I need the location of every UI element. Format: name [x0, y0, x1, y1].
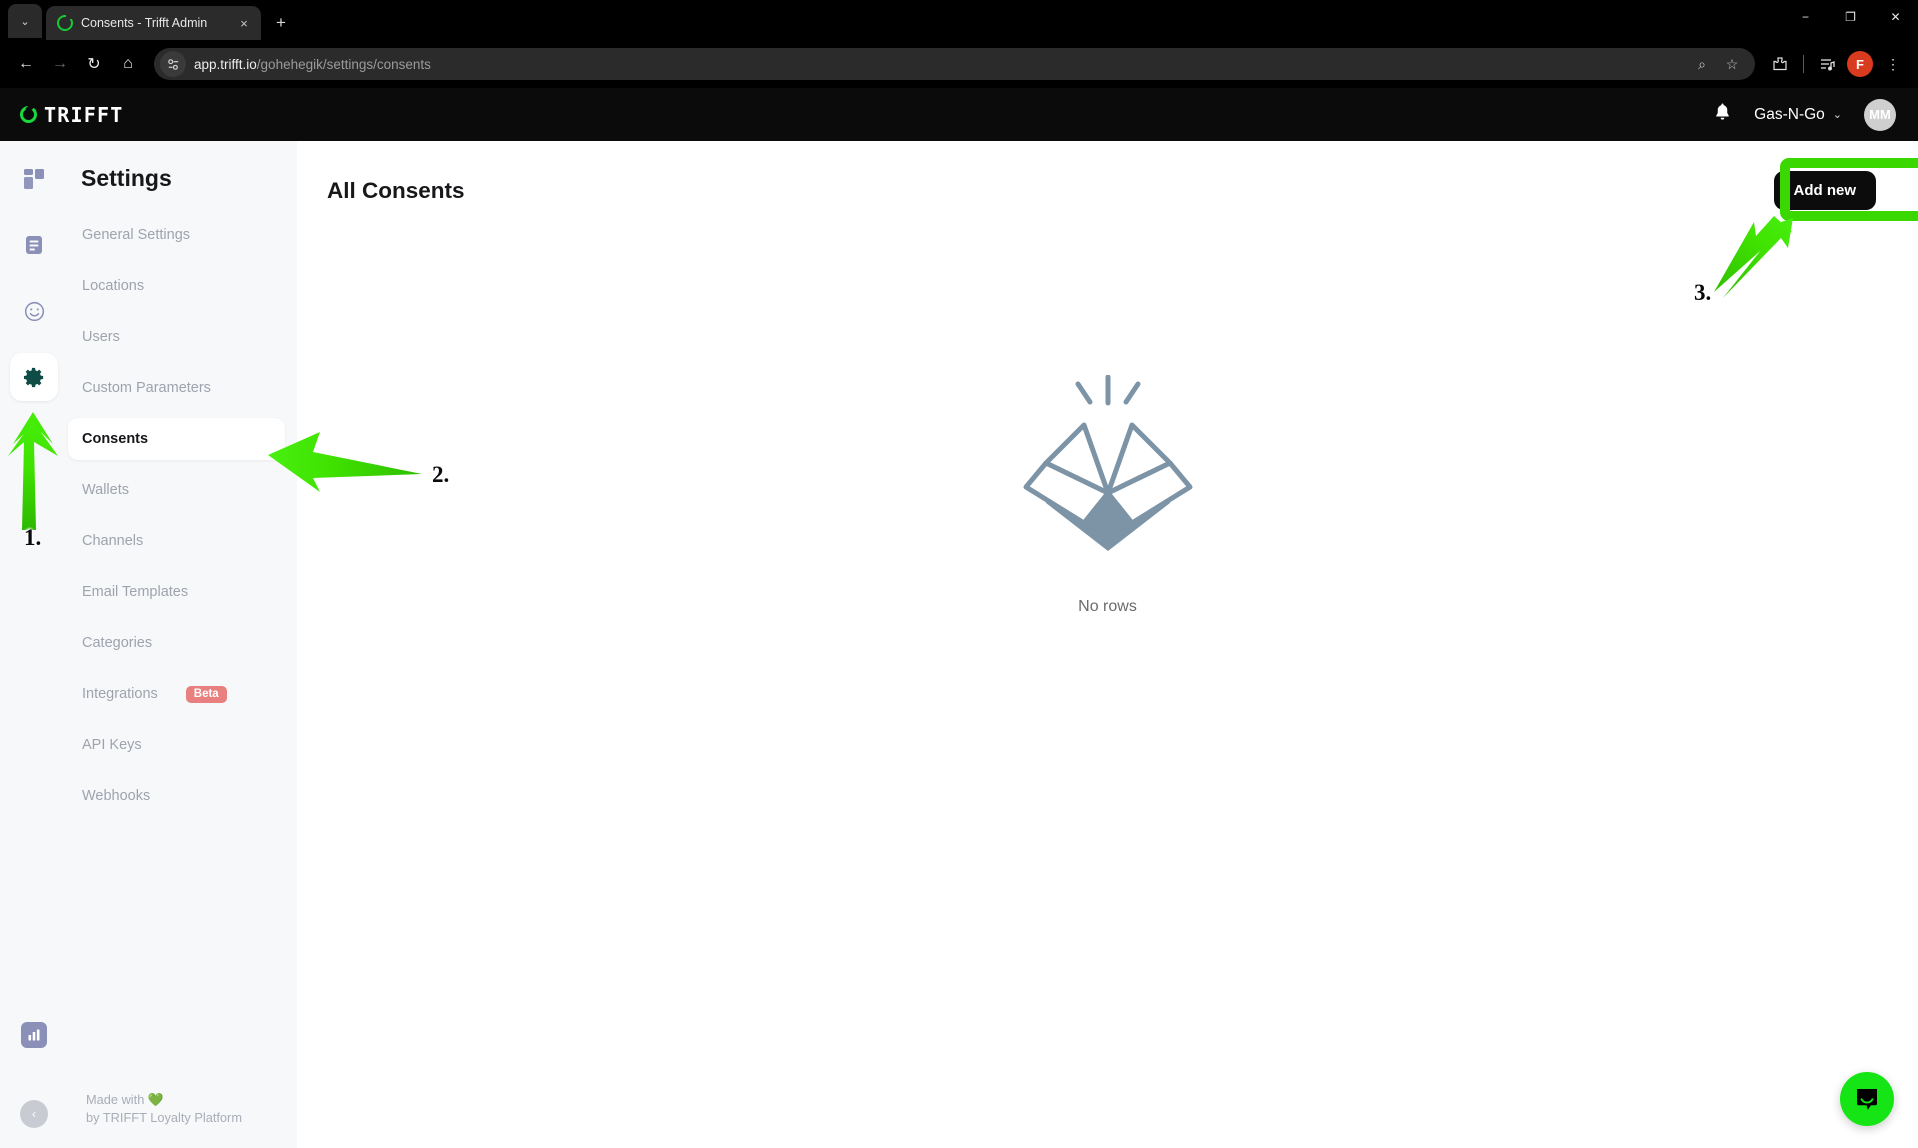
page-body: ‹ Settings General Settings Locations Us…	[0, 141, 1918, 1148]
org-switcher[interactable]: Gas-N-Go ⌄	[1754, 106, 1842, 124]
tab-strip: ⌄ Consents - Trifft Admin × + − ❐ ✕	[0, 0, 1918, 40]
made-with-line: Made with 💚	[86, 1092, 164, 1108]
sidebar-item-categories[interactable]: Categories	[68, 622, 285, 664]
bell-icon[interactable]	[1713, 102, 1732, 128]
logo-text: TRIFFT	[44, 102, 124, 127]
chat-bubble-icon	[1857, 1089, 1877, 1110]
browser-actions: F ⋮	[1765, 49, 1908, 79]
sidebar-item-label: Locations	[82, 278, 145, 294]
sidebar-item-email-templates[interactable]: Email Templates	[68, 571, 285, 613]
sidebar-item-label: Email Templates	[82, 584, 189, 600]
sidebar-footer: Made with 💚 by TRIFFT Loyalty Platform	[68, 1091, 297, 1148]
reading-list-icon[interactable]	[1812, 49, 1842, 79]
org-name: Gas-N-Go	[1754, 105, 1825, 123]
chevron-down-icon: ⌄	[20, 15, 30, 28]
profile-initial: F	[1847, 51, 1873, 77]
close-icon[interactable]: ×	[235, 14, 253, 32]
app-header-actions: Gas-N-Go ⌄ MM	[1713, 98, 1896, 131]
sidebar-item-label: Consents	[82, 431, 149, 447]
browser-window: ⌄ Consents - Trifft Admin × + − ❐ ✕ ← → …	[0, 0, 1918, 1148]
tab-search-button[interactable]: ⌄	[8, 4, 42, 38]
sidebar-item-label: Integrations	[82, 686, 158, 702]
sidebar-item-api-keys[interactable]: API Keys	[68, 724, 285, 766]
new-tab-button[interactable]: +	[267, 9, 295, 37]
settings-nav: Settings General Settings Locations User…	[68, 141, 297, 1148]
sidebar-collapse-button[interactable]: ‹	[20, 1100, 48, 1128]
chart-icon[interactable]	[21, 1022, 47, 1048]
rail-footer: ‹	[20, 1022, 48, 1148]
omnibox-toolbar: ← → ↻ ⌂ app.trifft.io/gohehegik/settings…	[0, 40, 1918, 88]
trifft-logo[interactable]: TRIFFT	[20, 103, 123, 127]
back-icon[interactable]: ←	[10, 48, 42, 80]
home-icon[interactable]: ⌂	[112, 48, 144, 80]
sidebar-item-wallets[interactable]: Wallets	[68, 469, 285, 511]
main-content: All Consents Add new No rows	[297, 141, 1918, 1148]
bookmark-star-icon[interactable]: ☆	[1719, 51, 1745, 77]
add-new-button[interactable]: Add new	[1773, 171, 1876, 210]
sidebar-title: Settings	[81, 165, 172, 191]
reload-icon[interactable]: ↻	[78, 48, 110, 80]
sidebar-item-label: Channels	[82, 533, 144, 549]
sidebar-item-custom-parameters[interactable]: Custom Parameters	[68, 367, 285, 409]
trifft-favicon-icon	[57, 15, 73, 31]
sidebar-item-label: Users	[82, 329, 120, 345]
extensions-puzzle-icon[interactable]	[1765, 49, 1795, 79]
content-icon[interactable]	[10, 221, 58, 269]
user-avatar[interactable]: MM	[1864, 98, 1896, 131]
chrome-menu-icon[interactable]: ⋮	[1878, 49, 1908, 79]
url-host: app.trifft.io	[194, 56, 257, 72]
tab-title: Consents - Trifft Admin	[81, 16, 208, 30]
sidebar-item-channels[interactable]: Channels	[68, 520, 285, 562]
maximize-icon[interactable]: ❐	[1828, 0, 1873, 34]
sidebar-item-consents[interactable]: Consents	[68, 418, 285, 460]
url-path: /gohehegik/settings/consents	[256, 56, 431, 72]
trifft-logo-icon	[20, 106, 37, 123]
forward-icon[interactable]: →	[44, 48, 76, 80]
content-header: All Consents Add new	[297, 141, 1918, 210]
address-bar-actions: ⌕ ☆	[1689, 51, 1749, 77]
empty-state-label: No rows	[1078, 598, 1137, 615]
browser-tab[interactable]: Consents - Trifft Admin ×	[46, 6, 261, 40]
sidebar-item-label: Custom Parameters	[82, 380, 211, 396]
dashboard-icon[interactable]	[10, 155, 58, 203]
sidebar: ‹ Settings General Settings Locations Us…	[0, 141, 297, 1148]
zoom-icon[interactable]: ⌕	[1689, 51, 1715, 77]
sidebar-item-webhooks[interactable]: Webhooks	[68, 775, 285, 817]
icon-rail: ‹	[0, 141, 68, 1148]
page-title: All Consents	[327, 177, 465, 203]
empty-state: No rows	[297, 210, 1918, 1148]
toolbar-divider	[1803, 55, 1804, 73]
address-bar-text: app.trifft.io/gohehegik/settings/consent…	[194, 57, 1681, 72]
app-header: TRIFFT Gas-N-Go ⌄ MM	[0, 88, 1918, 141]
sidebar-item-locations[interactable]: Locations	[68, 265, 285, 307]
settings-gear-icon[interactable]	[10, 353, 58, 401]
sidebar-item-integrations[interactable]: Integrations Beta	[68, 673, 285, 715]
sidebar-item-label: Wallets	[82, 482, 129, 498]
sidebar-item-general-settings[interactable]: General Settings	[68, 214, 285, 256]
window-controls: − ❐ ✕	[1783, 0, 1918, 34]
empty-box-icon	[1022, 374, 1194, 580]
beta-badge: Beta	[185, 685, 227, 703]
sidebar-item-label: API Keys	[82, 737, 142, 753]
window-close-icon[interactable]: ✕	[1873, 0, 1918, 34]
minimize-icon[interactable]: −	[1783, 0, 1828, 34]
sidebar-item-label: Categories	[82, 635, 153, 651]
platform-credit-line: by TRIFFT Loyalty Platform	[86, 1109, 242, 1125]
intercom-launcher[interactable]	[1840, 1072, 1894, 1126]
address-bar[interactable]: app.trifft.io/gohehegik/settings/consent…	[154, 48, 1755, 80]
page-viewport: TRIFFT Gas-N-Go ⌄ MM ‹ Settings General …	[0, 88, 1918, 1148]
sidebar-item-label: General Settings	[82, 227, 191, 243]
customers-icon[interactable]	[10, 287, 58, 335]
site-settings-icon[interactable]	[160, 51, 186, 77]
chevron-down-icon: ⌄	[1832, 109, 1842, 121]
sidebar-item-users[interactable]: Users	[68, 316, 285, 358]
profile-avatar[interactable]: F	[1845, 49, 1875, 79]
sidebar-item-label: Webhooks	[82, 788, 151, 804]
